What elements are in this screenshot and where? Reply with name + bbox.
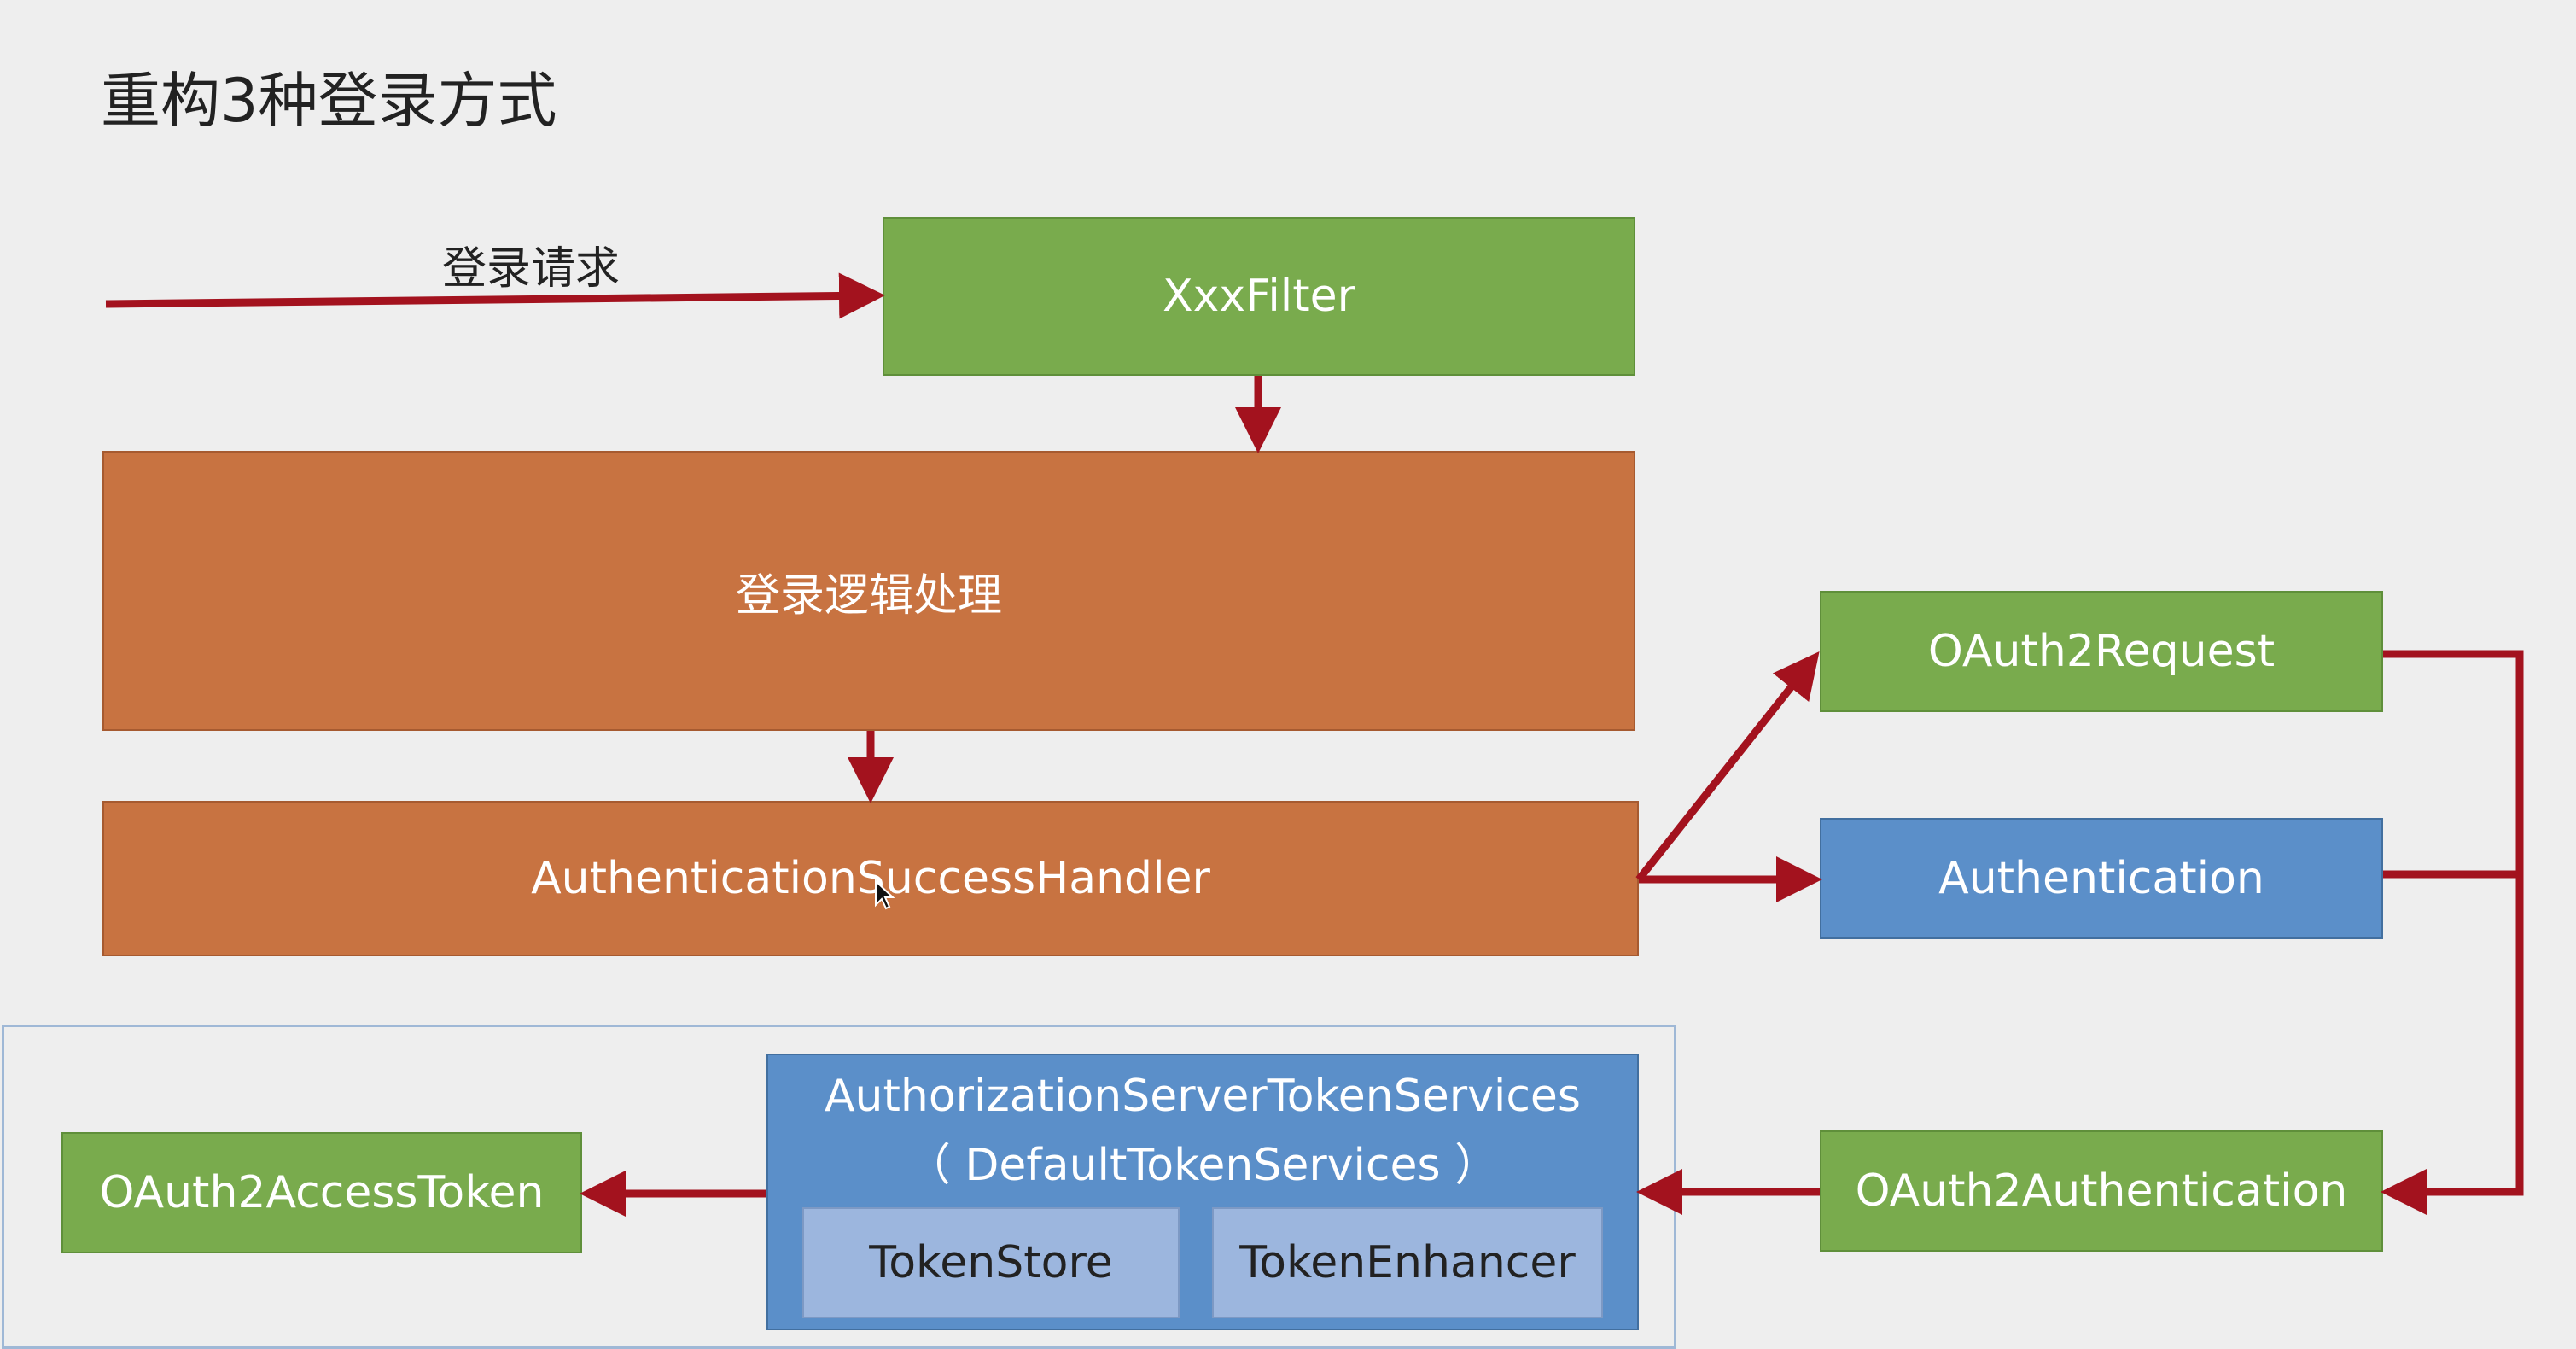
arrow-handler-to-request <box>1635 651 1820 882</box>
connector-request-authentication <box>2381 650 2524 1215</box>
arrow-login-to-filter <box>105 272 885 319</box>
mouse-cursor-icon <box>875 879 895 910</box>
arrows-layer <box>105 272 2524 1217</box>
